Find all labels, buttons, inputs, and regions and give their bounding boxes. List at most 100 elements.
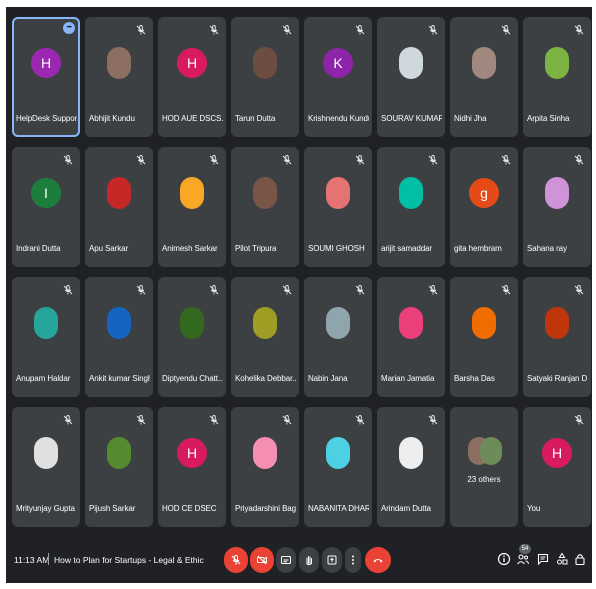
participant-name: Pilot Tripura [235, 244, 277, 253]
participant-tile[interactable]: Anupam Haldar [12, 277, 80, 397]
participant-tile[interactable]: Priyadarshini Bag [231, 407, 299, 527]
participant-tile[interactable]: Pilot Tripura [231, 147, 299, 267]
participant-name: SOUMI GHOSH [308, 244, 365, 253]
participant-tile[interactable]: H ••• HelpDesk Support [12, 17, 80, 137]
participant-name: Animesh Sarkar [162, 244, 218, 253]
participant-tile[interactable]: K Krishnendu Kundu [304, 17, 372, 137]
participant-tile[interactable]: Kohelika Debbar... [231, 277, 299, 397]
participant-tile[interactable]: SOUMI GHOSH [304, 147, 372, 267]
participant-photo [472, 307, 496, 339]
participant-tile[interactable]: Satyaki Ranjan D... [523, 277, 591, 397]
participant-tile[interactable]: H HOD AUE DSCS... [158, 17, 226, 137]
participant-tile[interactable]: NABANITA DHAR [304, 407, 372, 527]
info-icon[interactable] [497, 552, 511, 566]
leave-call-button[interactable] [365, 547, 391, 573]
mic-muted-icon [427, 153, 439, 165]
hand-icon [306, 556, 312, 566]
raise-hand-button[interactable] [299, 547, 319, 573]
participant-tile[interactable]: Nidhi Jha [450, 17, 518, 137]
participant-name: Kohelika Debbar... [235, 374, 296, 383]
mic-muted-icon [135, 153, 147, 165]
activities-icon[interactable] [555, 552, 569, 566]
mic-toggle-button[interactable] [224, 547, 248, 573]
meet-window: H ••• HelpDesk Support Abhijit Kundu H HOD AU… [6, 7, 592, 583]
participant-name: Tarun Dutta [235, 114, 276, 123]
participant-photo [399, 47, 423, 79]
people-icon[interactable] [516, 552, 530, 566]
participant-photo [107, 307, 131, 339]
participant-photo [180, 307, 204, 339]
participant-avatar: H [177, 438, 207, 468]
participant-tile[interactable]: Nabin Jana [304, 277, 372, 397]
chat-icon[interactable] [536, 552, 550, 566]
more-options-icon[interactable]: ••• [63, 22, 75, 34]
mic-muted-icon [427, 23, 439, 35]
mic-muted-icon [62, 153, 74, 165]
meeting-time: 11:13 AM [14, 555, 50, 565]
participant-name: Barsha Das [454, 374, 495, 383]
camera-toggle-button[interactable] [250, 547, 274, 573]
participant-name: Arpita Sinha [527, 114, 570, 123]
participant-photo [180, 177, 204, 209]
mic-muted-icon [427, 283, 439, 295]
participant-photo [253, 47, 277, 79]
participant-photo [34, 437, 58, 469]
participant-tile[interactable]: Tarun Dutta [231, 17, 299, 137]
participant-name: Apu Sarkar [89, 244, 129, 253]
participant-name: Nabin Jana [308, 374, 348, 383]
participant-name: gita hembram [454, 244, 502, 253]
more-options-button[interactable] [345, 547, 361, 573]
participant-photo [107, 437, 131, 469]
participant-photo [545, 307, 569, 339]
mic-muted-icon [281, 413, 293, 425]
participant-photo [480, 437, 502, 465]
participant-tile[interactable]: arijit samaddar [377, 147, 445, 267]
others-avatars [464, 437, 504, 467]
participant-tile[interactable]: Animesh Sarkar [158, 147, 226, 267]
host-controls-lock-icon[interactable] [573, 552, 587, 566]
participant-photo [326, 437, 350, 469]
participant-tile[interactable]: Diptyendu Chatt... [158, 277, 226, 397]
present-button[interactable] [322, 547, 342, 573]
participant-tile[interactable]: Ankit kumar Singh [85, 277, 153, 397]
participant-grid: H ••• HelpDesk Support Abhijit Kundu H HOD AU… [12, 17, 591, 529]
participant-name: Indrani Dutta [16, 244, 61, 253]
mic-muted-icon [500, 153, 512, 165]
camera-off-icon [257, 555, 267, 565]
participant-tile[interactable]: SOURAV KUMAR ... [377, 17, 445, 137]
others-tile[interactable]: 23 others [450, 407, 518, 527]
mic-muted-icon [135, 23, 147, 35]
mic-muted-icon [573, 153, 585, 165]
participant-tile[interactable]: Mrityunjay Gupta [12, 407, 80, 527]
participant-tile[interactable]: H HOD CE DSEC [158, 407, 226, 527]
participant-tile[interactable]: Marian Jamatia [377, 277, 445, 397]
participant-name: Diptyendu Chatt... [162, 374, 223, 383]
participant-avatar: I [31, 178, 61, 208]
participant-photo [253, 437, 277, 469]
others-count-label: 23 others [467, 475, 501, 484]
participant-name: Sahana ray [527, 244, 567, 253]
participant-tile[interactable]: g gita hembram [450, 147, 518, 267]
participant-name: Arindam Dutta [381, 504, 431, 513]
participant-tile[interactable]: Barsha Das [450, 277, 518, 397]
participant-tile[interactable]: Sahana ray [523, 147, 591, 267]
participant-tile[interactable]: Arpita Sinha [523, 17, 591, 137]
participant-tile[interactable]: Pijush Sarkar [85, 407, 153, 527]
participant-avatar: K [323, 48, 353, 78]
mic-muted-icon [208, 23, 220, 35]
self-avatar: H [542, 438, 572, 468]
participant-tile[interactable]: Apu Sarkar [85, 147, 153, 267]
participant-photo [399, 307, 423, 339]
participant-tile[interactable]: Arindam Dutta [377, 407, 445, 527]
participant-tile[interactable]: Abhijit Kundu [85, 17, 153, 137]
participant-name: SOURAV KUMAR ... [381, 114, 442, 123]
captions-button[interactable] [276, 547, 296, 573]
participant-name: Nidhi Jha [454, 114, 487, 123]
mic-muted-icon [500, 23, 512, 35]
mic-off-icon [231, 555, 241, 565]
participant-name: HOD CE DSEC [162, 504, 217, 513]
participant-photo [107, 47, 131, 79]
self-tile[interactable]: H You [523, 407, 591, 527]
participant-avatar: H [177, 48, 207, 78]
participant-tile[interactable]: I Indrani Dutta [12, 147, 80, 267]
